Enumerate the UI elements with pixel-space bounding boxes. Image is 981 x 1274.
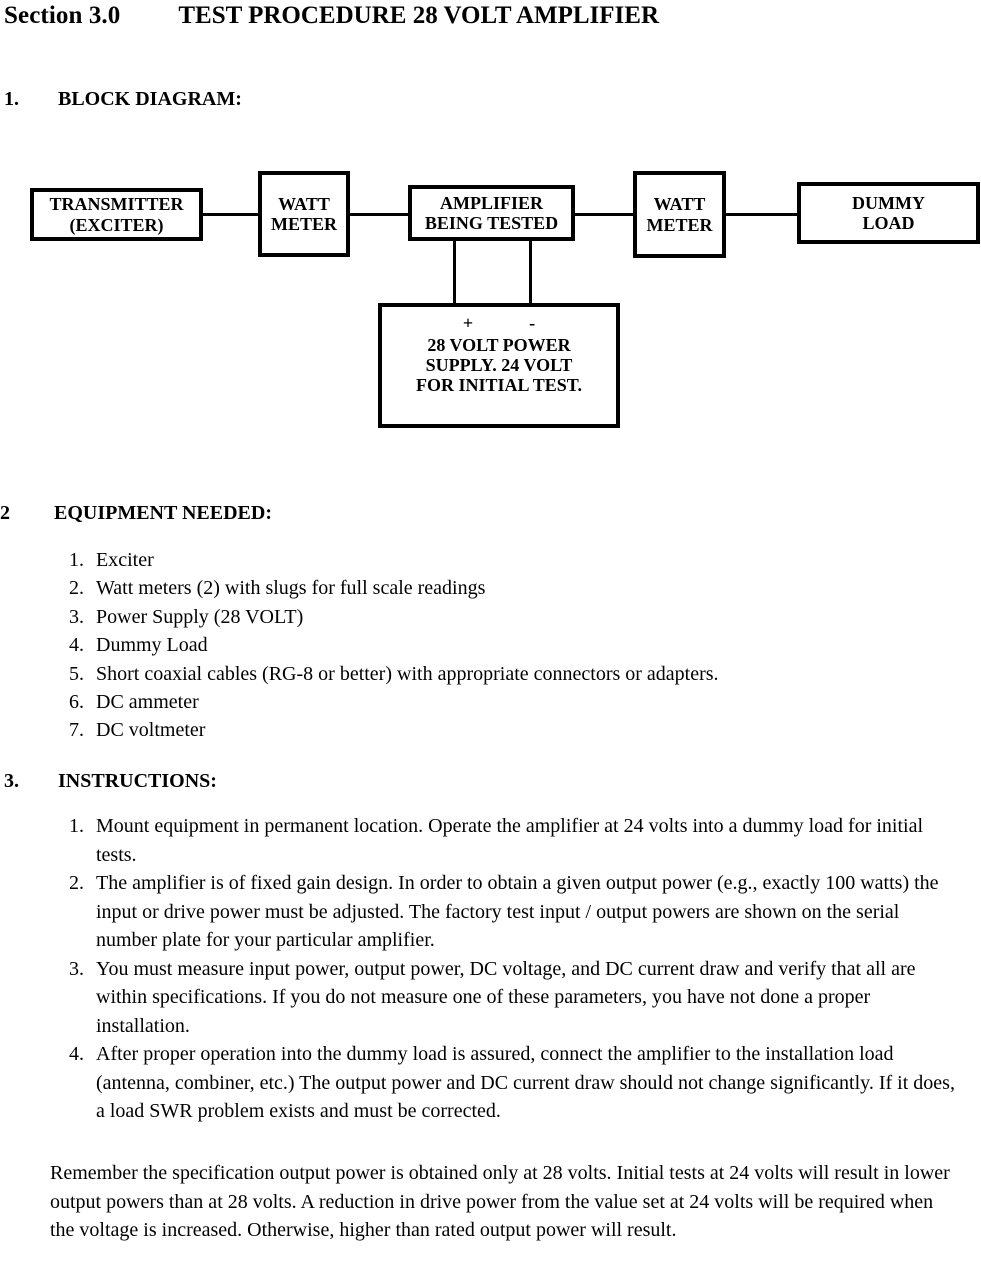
list-item-text: DC voltmeter — [96, 719, 206, 742]
list-item-marker: 1. — [69, 815, 84, 837]
list-item: 4. Dummy Load — [50, 631, 950, 659]
watt-meter-1-line-2: METER — [270, 214, 337, 234]
list-item-text: Mount equipment in permanent location. O… — [96, 815, 924, 866]
block-diagram-heading: 1. BLOCK DIAGRAM: — [4, 88, 242, 111]
amplifier-line-2: BEING TESTED — [424, 213, 559, 233]
instructions-heading-text: INSTRUCTIONS: — [58, 770, 217, 792]
list-item-text: Exciter — [96, 549, 154, 571]
list-item: 5. Short coaxial cables (RG-8 or better)… — [50, 660, 950, 688]
closing-paragraph: Remember the specification output power … — [50, 1162, 950, 1241]
power-supply-line-3: FOR INITIAL TEST. — [416, 375, 582, 396]
wire-wattmeter2-to-dummyload — [726, 213, 797, 216]
power-supply-positive-terminal-label: + — [462, 313, 474, 333]
dummy-load-line-2: LOAD — [862, 213, 915, 233]
list-item: 1. Exciter — [50, 546, 950, 574]
power-supply-line-2: SUPPLY. 24 VOLT — [425, 355, 573, 376]
power-supply-negative-terminal-label: - — [529, 313, 536, 333]
list-item: 1. Mount equipment in permanent location… — [50, 812, 958, 869]
list-item-marker: 4. — [69, 634, 84, 657]
diagram-node-transmitter: TRANSMITTER (EXCITER) — [30, 188, 203, 241]
block-diagram-heading-number: 1. — [4, 88, 19, 110]
diagram-node-dummy-load: DUMMY LOAD — [797, 182, 980, 244]
diagram-node-amplifier-being-tested: AMPLIFIER BEING TESTED — [408, 185, 575, 241]
list-item: 3. You must measure input power, output … — [50, 955, 958, 1041]
wire-amplifier-to-powersupply-positive — [453, 241, 456, 304]
diagram-node-watt-meter-2: WATT METER — [633, 171, 726, 258]
section-number-label: Section 3.0 — [4, 2, 121, 29]
list-item-marker: 5. — [69, 662, 84, 685]
list-item-marker: 2. — [69, 577, 84, 600]
list-item: 3. Power Supply (28 VOLT) — [50, 603, 950, 631]
watt-meter-1-line-1: WATT — [278, 193, 330, 214]
equipment-needed-list: 1. Exciter 2. Watt meters (2) with slugs… — [50, 546, 950, 745]
diagram-node-power-supply: + - 28 VOLT POWER SUPPLY. 24 VOLT FOR IN… — [378, 303, 620, 428]
list-item-text: DC ammeter — [96, 690, 199, 713]
instructions-heading: 3. INSTRUCTIONS: — [4, 770, 217, 793]
list-item-text: You must measure input power, output pow… — [96, 957, 916, 1037]
list-item-text: The amplifier is of fixed gain design. I… — [96, 872, 939, 951]
equipment-needed-heading: 2 EQUIPMENT NEEDED: — [0, 502, 272, 525]
amplifier-line-1: AMPLIFIER — [440, 192, 543, 213]
list-item-text: Dummy Load — [96, 634, 208, 657]
list-item-marker: 1. — [69, 549, 84, 571]
list-item-marker: 3. — [69, 957, 84, 980]
list-item-marker: 6. — [69, 690, 84, 713]
instructions-list: 1. Mount equipment in permanent location… — [50, 812, 958, 1126]
equipment-heading-text: EQUIPMENT NEEDED: — [54, 502, 272, 524]
list-item-marker: 2. — [69, 872, 84, 894]
block-diagram-heading-text: BLOCK DIAGRAM: — [58, 88, 242, 110]
list-item-marker: 3. — [69, 605, 84, 628]
list-item-marker: 4. — [69, 1043, 84, 1065]
document-header: Section 3.0 TEST PROCEDURE 28 VOLT AMPLI… — [0, 2, 981, 38]
watt-meter-2-line-2: METER — [646, 214, 713, 235]
power-supply-polarity-row: + - — [382, 313, 616, 333]
equipment-heading-number: 2 — [0, 502, 10, 524]
list-item-marker: 7. — [69, 719, 84, 742]
power-supply-line-1: 28 VOLT POWER — [427, 335, 571, 356]
list-item: 2. The amplifier is of fixed gain design… — [50, 869, 958, 955]
list-item-text: Watt meters (2) with slugs for full scal… — [96, 577, 486, 600]
wire-amplifier-to-powersupply-negative — [529, 241, 532, 304]
instructions-heading-number: 3. — [4, 770, 19, 792]
diagram-node-watt-meter-1: WATT METER — [258, 171, 350, 257]
transmitter-line-2: (EXCITER) — [69, 214, 164, 235]
list-item-text: Power Supply (28 VOLT) — [96, 605, 304, 628]
transmitter-line-1: TRANSMITTER — [49, 194, 184, 215]
list-item-text: After proper operation into the dummy lo… — [96, 1043, 955, 1122]
page-title: TEST PROCEDURE 28 VOLT AMPLIFIER — [178, 2, 660, 29]
wire-amplifier-to-wattmeter2 — [575, 213, 633, 216]
list-item: 2. Watt meters (2) with slugs for full s… — [50, 574, 950, 602]
list-item: 6. DC ammeter — [50, 688, 950, 716]
wire-transmitter-to-wattmeter1 — [203, 213, 258, 216]
list-item: 4. After proper operation into the dummy… — [50, 1040, 958, 1126]
wire-wattmeter1-to-amplifier — [350, 213, 408, 216]
list-item-text: Short coaxial cables (RG-8 or better) wi… — [96, 662, 719, 685]
watt-meter-2-line-1: WATT — [653, 194, 706, 215]
list-item: 7. DC voltmeter — [50, 716, 950, 744]
dummy-load-line-1: DUMMY — [852, 192, 925, 213]
